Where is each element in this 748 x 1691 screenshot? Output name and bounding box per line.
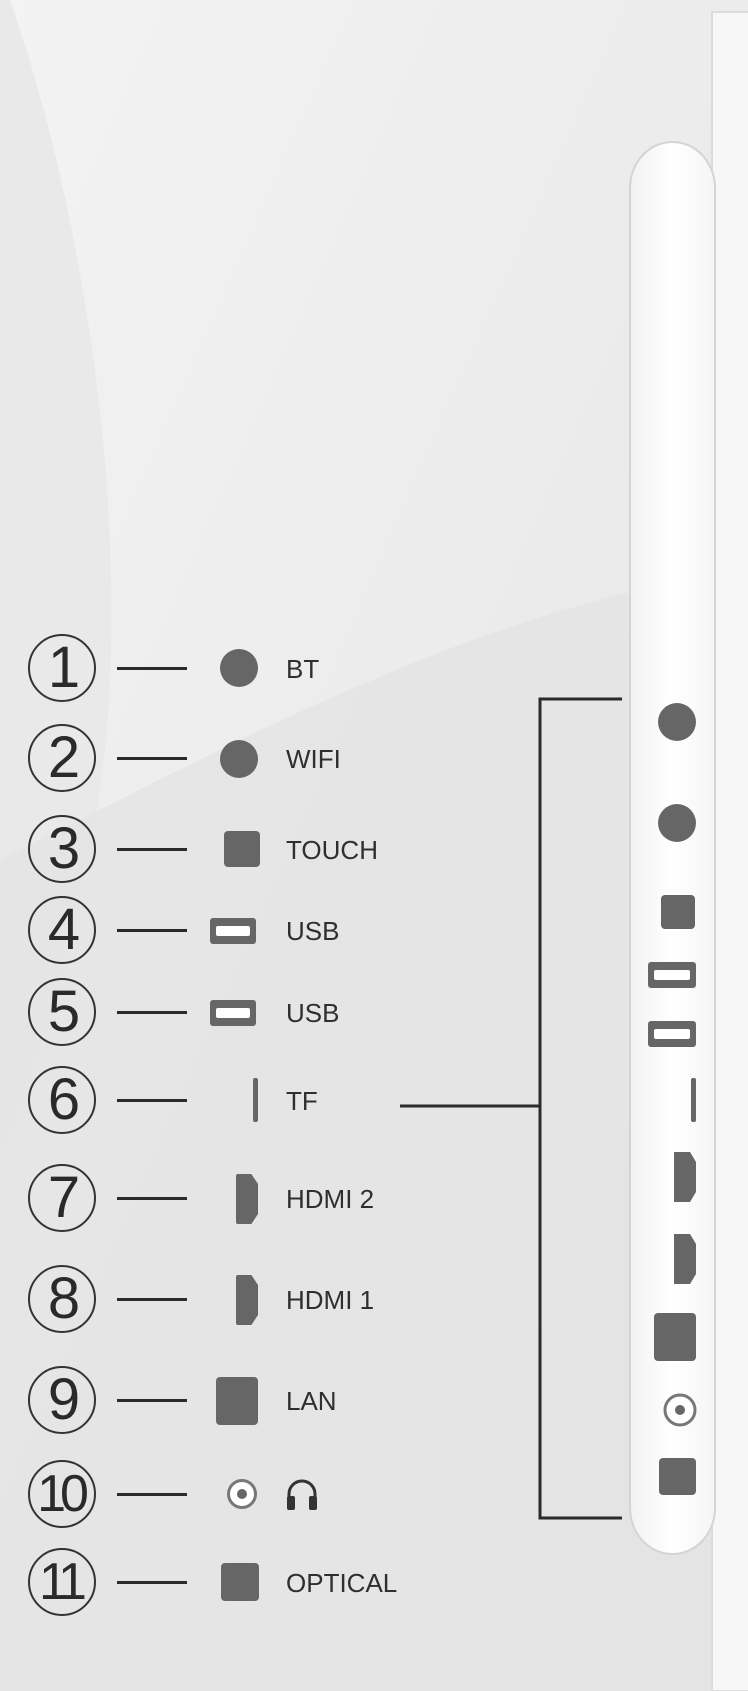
port-row-hdmi-2: 7 HDMI 2 [0, 1158, 420, 1238]
panel-lan-port [654, 1313, 696, 1361]
port-row-touch: 3 TOUCH [0, 809, 420, 889]
port-label: TF [286, 1086, 318, 1116]
port-row-wifi: 2 WIFI [0, 718, 420, 798]
hdmi-port-icon [236, 1174, 258, 1224]
hdmi-port-icon [236, 1275, 258, 1325]
number-badge: 6 [28, 1066, 96, 1134]
number-badge: 2 [28, 724, 96, 792]
port-label: TOUCH [286, 835, 378, 865]
wifi-port-icon [220, 740, 258, 778]
port-row-lan: 9 LAN [0, 1360, 420, 1440]
port-label: OPTICAL [286, 1568, 398, 1598]
leader-line [117, 1493, 187, 1496]
leader-line [117, 1399, 187, 1402]
port-label: USB [286, 916, 340, 946]
leader-line [117, 1197, 187, 1200]
port-row-usb-1: 4 USB [0, 890, 420, 970]
port-label: HDMI 1 [286, 1285, 375, 1315]
panel-optical-port [659, 1458, 696, 1495]
panel-hdmi2-port [674, 1152, 696, 1202]
panel-tf-slot [691, 1078, 696, 1122]
usb-port-icon [210, 1000, 256, 1026]
number-badge: 10 [28, 1460, 96, 1528]
bt-port-icon [220, 649, 258, 687]
port-label: USB [286, 998, 340, 1028]
leader-line [117, 1298, 187, 1301]
leader-line [117, 1581, 187, 1584]
number-badge: 9 [28, 1366, 96, 1434]
port-diagram: 1 BT 2 WIFI 3 TOUCH 4 USB 5 USB 6 TF 7 H… [0, 0, 748, 1691]
leader-line [117, 1099, 187, 1102]
leader-line [117, 1011, 187, 1014]
number-badge: 5 [28, 978, 96, 1046]
leader-line [117, 757, 187, 760]
number-badge: 3 [28, 815, 96, 883]
port-label: BT [286, 654, 320, 684]
headphone-jack-icon [227, 1479, 257, 1509]
port-label: HDMI 2 [286, 1184, 375, 1214]
port-row-optical: 11 OPTICAL [0, 1542, 420, 1622]
usb-port-icon [210, 918, 256, 944]
tf-slot-icon [253, 1078, 258, 1122]
leader-line [117, 667, 187, 670]
number-badge: 1 [28, 634, 96, 702]
panel-touch-port [661, 895, 695, 929]
panel-hdmi1-port [674, 1234, 696, 1284]
panel-wifi-port [658, 804, 696, 842]
port-row-usb-2: 5 USB [0, 972, 420, 1052]
number-badge: 8 [28, 1265, 96, 1333]
port-row-tf: 6 TF [0, 1060, 420, 1140]
optical-port-icon [221, 1563, 259, 1601]
panel-bt-port [658, 703, 696, 741]
port-label: WIFI [286, 744, 341, 774]
number-badge: 7 [28, 1164, 96, 1232]
device-body [711, 11, 748, 1691]
leader-line [117, 848, 187, 851]
leader-line [117, 929, 187, 932]
number-badge: 4 [28, 896, 96, 964]
port-row-headphone: 10 [0, 1454, 420, 1534]
port-row-hdmi-1: 8 HDMI 1 [0, 1259, 420, 1339]
lan-port-icon [216, 1377, 258, 1425]
port-label: LAN [286, 1386, 337, 1416]
port-row-bt: 1 BT [0, 628, 420, 708]
number-badge: 11 [28, 1548, 96, 1616]
touch-port-icon [224, 831, 260, 867]
headphone-icon [287, 1479, 317, 1510]
